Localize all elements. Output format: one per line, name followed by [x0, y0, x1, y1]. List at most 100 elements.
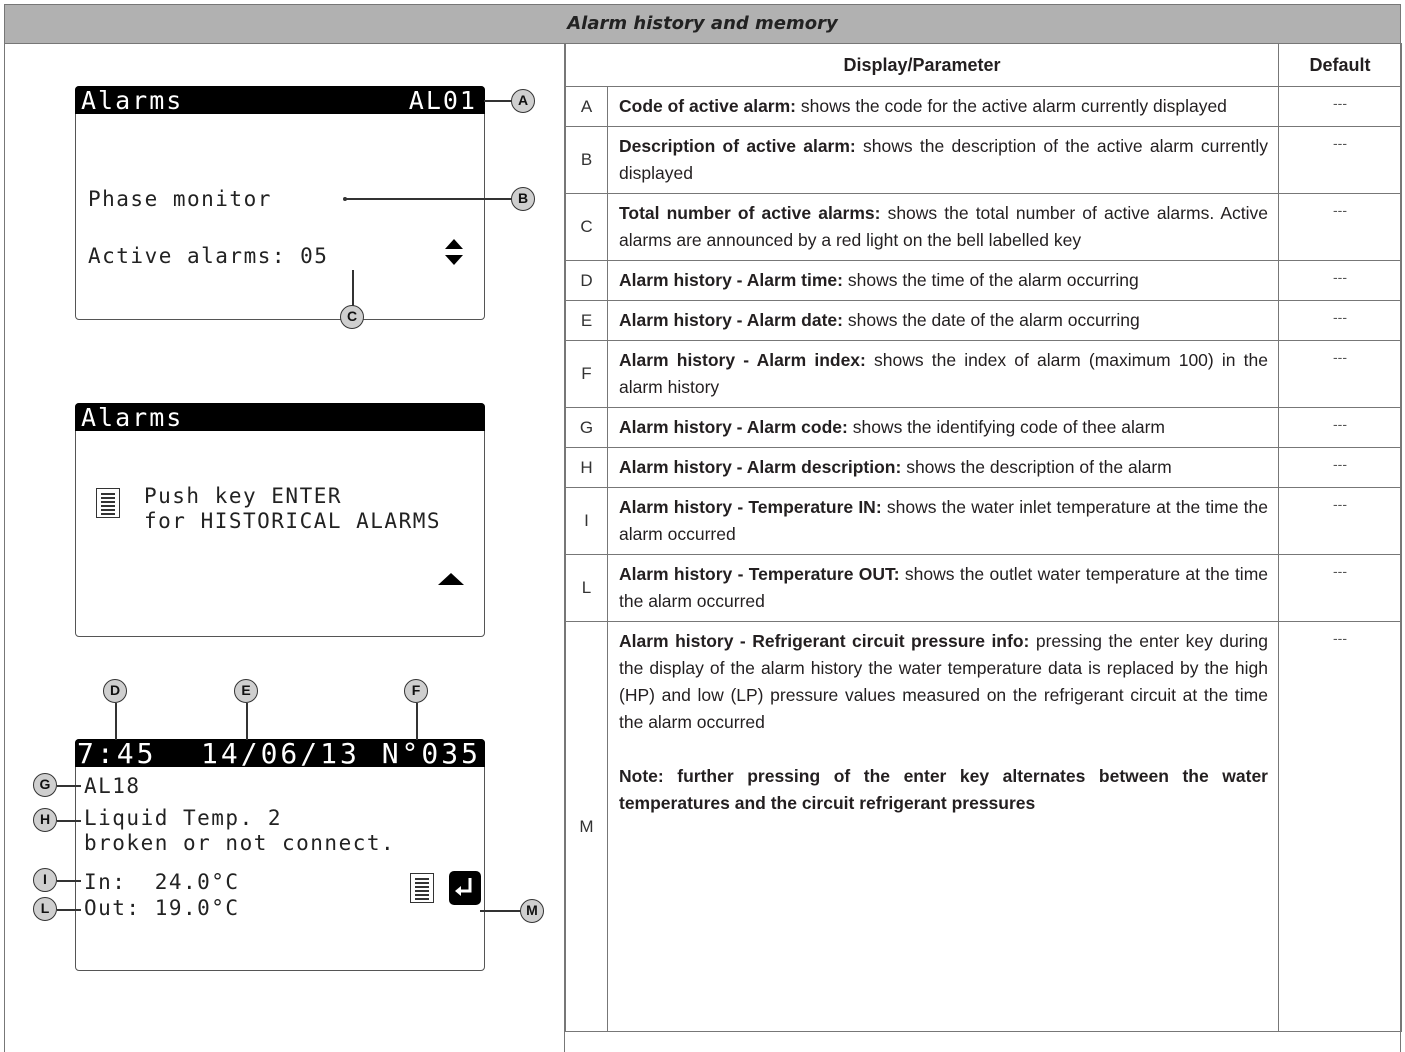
alarm-time: 7:45 [77, 737, 157, 770]
temperature-out: Out: 19.0°C [84, 896, 240, 920]
row-text: shows the identifying code of thee alarm [847, 417, 1165, 437]
table-row: B Description of active alarm: shows the… [565, 126, 1402, 194]
leader-line-h [57, 820, 81, 822]
row-default: --- [1278, 126, 1402, 194]
lcd-history-prompt: Alarms Push key ENTER for HISTORICAL ALA… [75, 403, 485, 637]
table-row: I Alarm history - Temperature IN: shows … [565, 487, 1402, 555]
leader-line-g [57, 785, 81, 787]
leader-line-e [246, 703, 248, 740]
callout-d: D [103, 679, 127, 703]
section-title: Alarm history and memory [4, 4, 1401, 44]
leader-line-l [57, 909, 81, 911]
callout-m: M [520, 899, 544, 923]
row-key: E [565, 300, 608, 341]
row-default: --- [1278, 193, 1402, 261]
row-term: Alarm history - Temperature IN: [619, 497, 882, 517]
callout-l: L [33, 897, 57, 921]
row-default: --- [1278, 554, 1402, 622]
document-icon [410, 873, 434, 903]
row-default: --- [1278, 86, 1402, 127]
row-description: Alarm history - Refrigerant circuit pres… [607, 621, 1279, 1032]
leader-line-d [115, 703, 117, 740]
row-text: shows the date of the alarm occurring [843, 310, 1140, 330]
history-desc-line-2: broken or not connect. [84, 831, 396, 855]
row-term: Alarm history - Temperature OUT: [619, 564, 900, 584]
row-key: C [565, 193, 608, 261]
lcd-alarm-history: 7:45 14/06/13 N°035 AL18 Liquid Temp. 2 … [75, 739, 485, 971]
row-term: Code of active alarm: [619, 96, 796, 116]
prompt-line-2: for HISTORICAL ALARMS [144, 509, 442, 533]
row-description: Alarm history - Alarm index: shows the i… [607, 340, 1279, 408]
lcd-header-title: Alarms [81, 403, 184, 432]
row-description: Alarm history - Temperature OUT: shows t… [607, 554, 1279, 622]
row-key: L [565, 554, 608, 622]
row-term: Total number of active alarms: [619, 203, 881, 223]
table-row: M Alarm history - Refrigerant circuit pr… [565, 621, 1402, 1032]
row-key: H [565, 447, 608, 488]
lcd-header: 7:45 14/06/13 N°035 [75, 737, 485, 770]
leader-line-i [57, 880, 81, 882]
alarm-code: AL01 [408, 86, 477, 115]
up-arrow-icon[interactable] [436, 572, 466, 586]
callout-a: A [511, 89, 535, 113]
callout-b: B [511, 187, 535, 211]
row-default: --- [1278, 300, 1402, 341]
leader-line-m [480, 910, 522, 912]
table-row: H Alarm history - Alarm description: sho… [565, 447, 1402, 488]
callout-c: C [340, 305, 364, 329]
row-description: Alarm history - Alarm code: shows the id… [607, 407, 1279, 448]
row-description: Description of active alarm: shows the d… [607, 126, 1279, 194]
history-alarm-code: AL18 [84, 774, 141, 798]
table-row: L Alarm history - Temperature OUT: shows… [565, 554, 1402, 622]
up-down-arrows-icon[interactable] [444, 237, 464, 267]
table-header-row: Display/Parameter Default [565, 43, 1402, 87]
row-default: --- [1278, 621, 1402, 1032]
row-default: --- [1278, 260, 1402, 301]
row-description: Code of active alarm: shows the code for… [607, 86, 1279, 127]
row-key: I [565, 487, 608, 555]
row-default: --- [1278, 340, 1402, 408]
temperature-in: In: 24.0°C [84, 870, 240, 894]
row-key: D [565, 260, 608, 301]
table-row: F Alarm history - Alarm index: shows the… [565, 340, 1402, 408]
leader-line-f [416, 703, 418, 740]
callout-g: G [33, 773, 57, 797]
row-default: --- [1278, 447, 1402, 488]
alarm-date: 14/06/13 [201, 737, 360, 770]
lcd-header: Alarms [75, 403, 485, 432]
table-row: A Code of active alarm: shows the code f… [565, 86, 1402, 127]
column-header-default: Default [1278, 43, 1402, 87]
row-key: M [565, 621, 608, 1032]
row-key: F [565, 340, 608, 408]
row-text: shows the description of the alarm [901, 457, 1172, 477]
row-term: Alarm history - Alarm date: [619, 310, 843, 330]
callout-e: E [234, 679, 258, 703]
row-term: Alarm history - Alarm description: [619, 457, 902, 477]
table-row: G Alarm history - Alarm code: shows the … [565, 407, 1402, 448]
leader-line-c [352, 270, 354, 306]
row-default: --- [1278, 407, 1402, 448]
enter-key-icon[interactable] [449, 871, 481, 905]
row-term: Alarm history - Refrigerant circuit pres… [619, 631, 1030, 651]
prompt-line-1: Push key ENTER [144, 484, 343, 508]
callout-h: H [33, 808, 57, 832]
row-default: --- [1278, 487, 1402, 555]
alarm-description: Phase monitor [88, 187, 272, 211]
parameter-table: Display/Parameter Default A Code of acti… [565, 43, 1402, 1032]
row-key: G [565, 407, 608, 448]
lcd-header: Alarms AL01 [75, 86, 485, 115]
active-alarms-count: Active alarms: 05 [88, 244, 329, 268]
row-term: Alarm history - Alarm index: [619, 350, 866, 370]
leader-line-b [345, 198, 512, 200]
row-description: Alarm history - Temperature IN: shows th… [607, 487, 1279, 555]
callout-f: F [404, 679, 428, 703]
lcd-header-title: Alarms [81, 86, 184, 115]
document-icon [96, 488, 120, 518]
row-note: Note: further pressing of the enter key … [619, 766, 1268, 813]
row-description: Alarm history - Alarm description: shows… [607, 447, 1279, 488]
row-key: A [565, 86, 608, 127]
row-description: Alarm history - Alarm date: shows the da… [607, 300, 1279, 341]
leader-line-a [484, 100, 512, 102]
row-text: shows the time of the alarm occurring [843, 270, 1139, 290]
table-row: C Total number of active alarms: shows t… [565, 193, 1402, 261]
